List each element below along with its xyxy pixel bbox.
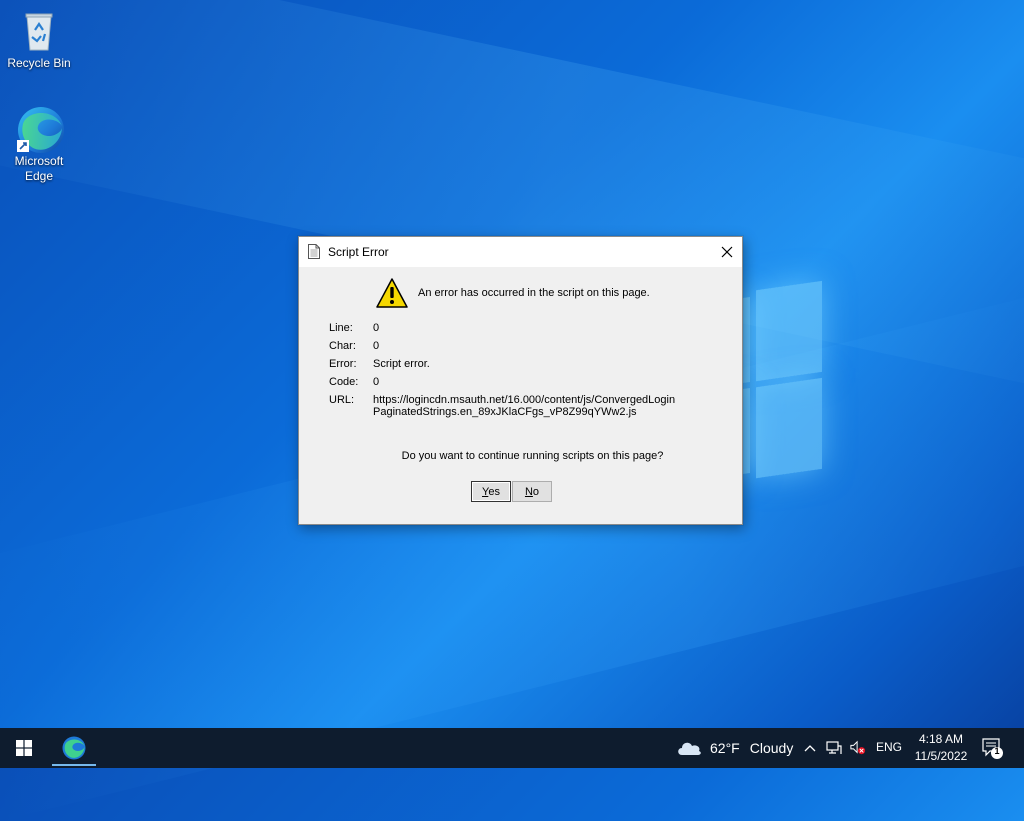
clock-date: 11/5/2022 — [914, 749, 968, 763]
clock-time: 4:18 AM — [918, 732, 964, 746]
windows-logo-icon — [16, 740, 32, 756]
yes-label: es — [488, 485, 500, 498]
volume-button[interactable] — [850, 740, 866, 756]
cloud-icon — [678, 742, 701, 755]
weather-widget[interactable]: 62°F Cloudy — [676, 728, 793, 768]
desktop-icon-label: Recycle Bin — [7, 56, 71, 70]
detail-label: Error: — [329, 358, 357, 370]
desktop-icon-label: Microsoft Edge — [14, 154, 64, 183]
yes-button[interactable]: Yes — [471, 481, 511, 502]
start-button[interactable] — [0, 728, 48, 768]
close-icon — [721, 246, 733, 258]
detail-value: 0 — [373, 376, 380, 388]
clock[interactable]: 4:18 AM 11/5/2022 — [906, 731, 976, 765]
close-button[interactable] — [712, 237, 742, 267]
weather-temperature: 62°F — [710, 740, 740, 756]
taskbar-edge-button[interactable] — [52, 732, 96, 766]
recycle-bin-icon — [15, 6, 63, 54]
continue-question: Do you want to continue running scripts … — [401, 450, 664, 462]
detail-label: URL: — [329, 394, 355, 406]
no-button[interactable]: No — [512, 481, 552, 502]
notification-count: 1 — [994, 746, 1000, 756]
chevron-up-icon — [804, 745, 816, 752]
network-icon — [826, 741, 842, 754]
detail-value: Script error. — [373, 358, 430, 370]
edge-icon — [15, 104, 64, 153]
edge-icon — [62, 736, 86, 760]
dialog-title: Script Error — [328, 245, 389, 259]
desktop-icon-recycle-bin[interactable]: Recycle Bin — [1, 6, 77, 71]
volume-muted-icon — [850, 740, 866, 755]
warning-icon — [376, 278, 408, 308]
notification-center-button[interactable]: 1 — [980, 736, 1004, 760]
detail-value-url: https://logincdn.msauth.net/16.000/conte… — [373, 394, 676, 418]
show-hidden-icons-button[interactable] — [802, 740, 818, 756]
detail-label: Char: — [329, 340, 356, 352]
detail-label: Line: — [329, 322, 353, 334]
detail-value: 0 — [373, 340, 380, 352]
weather-description: Cloudy — [749, 740, 794, 756]
error-message: An error has occurred in the script on t… — [418, 287, 650, 299]
no-accelerator: N — [524, 485, 533, 498]
desktop-icon-microsoft-edge[interactable]: Microsoft Edge — [1, 104, 77, 184]
detail-value: 0 — [373, 322, 380, 334]
dialog-titlebar[interactable]: Script Error — [299, 237, 742, 267]
script-error-dialog: Script Error An error has occurred in th… — [298, 236, 743, 525]
detail-label: Code: — [329, 376, 359, 388]
network-button[interactable] — [826, 740, 842, 756]
document-icon — [308, 244, 320, 259]
taskbar: 62°F Cloudy ENG 4:18 AM 11/5/2022 1 — [0, 728, 1024, 768]
input-language[interactable]: ENG — [876, 740, 902, 754]
no-label: o — [532, 485, 540, 498]
